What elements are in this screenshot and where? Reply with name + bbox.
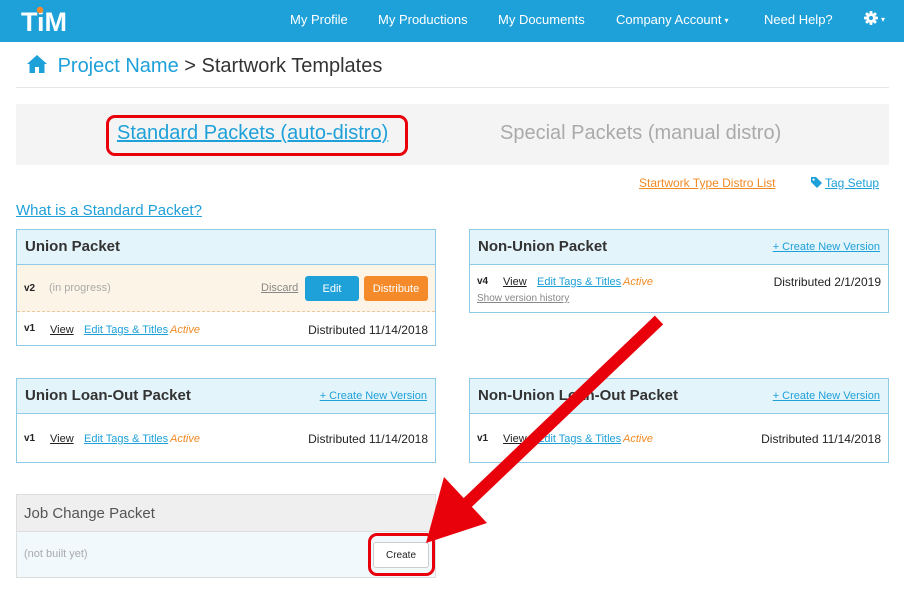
nav-my-productions[interactable]: My Productions (378, 12, 468, 27)
version-label: v1 (24, 433, 36, 444)
edit-tags-titles-link[interactable]: Edit Tags & Titles (84, 324, 168, 336)
distributed-date: Distributed 11/14/2018 (761, 432, 881, 446)
logo-dot (36, 6, 44, 14)
chevron-down-icon: ▾ (881, 15, 886, 25)
create-new-version-link[interactable]: + Create New Version (320, 390, 427, 402)
breadcrumb: Project Name > Startwork Templates (26, 54, 382, 80)
version-label: v2 (24, 283, 36, 294)
chevron-down-icon: ▾ (724, 16, 729, 26)
card-header: Union Packet (17, 230, 435, 265)
settings-menu[interactable]: ▾ (864, 11, 885, 26)
card-title: Non-Union Packet (478, 238, 608, 255)
version-label: v4 (477, 276, 489, 287)
annotation-highlight-standard-tab (106, 115, 408, 156)
edit-button[interactable]: Edit (305, 276, 359, 301)
view-link[interactable]: View (50, 324, 74, 336)
card-header: Non-Union Packet + Create New Version (470, 230, 888, 265)
nav-company-account[interactable]: Company Account ▾ (616, 12, 729, 27)
non-union-loan-out-packet-card: Non-Union Loan-Out Packet + Create New V… (469, 378, 889, 463)
version-row: v4 View Edit Tags & Titles Active Distri… (470, 265, 888, 313)
edit-tags-titles-link[interactable]: Edit Tags & Titles (537, 276, 621, 288)
tag-setup-label: Tag Setup (825, 176, 880, 190)
nav-need-help[interactable]: Need Help? (764, 12, 833, 27)
version-row: v1 View Edit Tags & Titles Active Distri… (17, 414, 435, 463)
show-version-history-link[interactable]: Show version history (477, 293, 569, 304)
active-status: Active (170, 324, 200, 336)
nav-my-documents[interactable]: My Documents (498, 12, 585, 27)
home-icon[interactable] (26, 54, 48, 74)
page-title: Startwork Templates (201, 55, 383, 77)
card-title: Union Loan-Out Packet (25, 387, 191, 404)
union-packet-card: Union Packet v2 (in progress) Discard Ed… (16, 229, 436, 346)
create-new-version-link[interactable]: + Create New Version (773, 390, 880, 402)
not-built-status: (not built yet) (24, 548, 88, 560)
draft-version-row: v2 (in progress) Discard Edit Distribute (17, 265, 435, 312)
create-new-version-link[interactable]: + Create New Version (773, 241, 880, 253)
card-header: Union Loan-Out Packet + Create New Versi… (17, 379, 435, 414)
active-status: Active (623, 433, 653, 445)
distributed-date: Distributed 11/14/2018 (308, 432, 428, 446)
version-row: v1 View Edit Tags & Titles Active Distri… (17, 312, 435, 346)
distributed-date: Distributed 11/14/2018 (308, 323, 428, 337)
tim-logo[interactable]: TiM (21, 5, 71, 35)
view-link[interactable]: View (50, 433, 74, 445)
top-navbar: TiM My Profile My Productions My Documen… (0, 0, 904, 42)
breadcrumb-separator: > (184, 55, 196, 77)
edit-tags-titles-link[interactable]: Edit Tags & Titles (84, 433, 168, 445)
tag-setup-link[interactable]: Tag Setup (811, 176, 879, 190)
active-status: Active (623, 276, 653, 288)
card-title: Job Change Packet (24, 505, 155, 522)
logo-text: TiM (21, 7, 67, 35)
header-divider (16, 87, 889, 88)
card-title: Union Packet (25, 238, 121, 255)
gear-icon (864, 11, 878, 25)
union-loan-out-packet-card: Union Loan-Out Packet + Create New Versi… (16, 378, 436, 463)
non-union-packet-card: Non-Union Packet + Create New Version v4… (469, 229, 889, 313)
breadcrumb-project-link[interactable]: Project Name (58, 55, 179, 77)
startwork-type-distro-list-link[interactable]: Startwork Type Distro List (639, 176, 776, 190)
distribute-button[interactable]: Distribute (364, 276, 428, 301)
version-label: v1 (24, 323, 36, 334)
annotation-highlight-create-button (368, 533, 435, 576)
view-link[interactable]: View (503, 433, 527, 445)
card-header: Non-Union Loan-Out Packet + Create New V… (470, 379, 888, 414)
draft-status: (in progress) (49, 282, 111, 294)
version-label: v1 (477, 433, 489, 444)
discard-link[interactable]: Discard (261, 282, 298, 294)
edit-tags-titles-link[interactable]: Edit Tags & Titles (537, 433, 621, 445)
what-is-standard-packet-link[interactable]: What is a Standard Packet? (16, 202, 202, 219)
nav-my-profile[interactable]: My Profile (290, 12, 348, 27)
card-header: Job Change Packet (17, 495, 435, 532)
version-row: v1 View Edit Tags & Titles Active Distri… (470, 414, 888, 463)
distributed-date: Distributed 2/1/2019 (773, 275, 881, 289)
tag-icon (811, 177, 822, 188)
active-status: Active (170, 433, 200, 445)
tab-special-packets[interactable]: Special Packets (manual distro) (500, 122, 781, 145)
card-title: Non-Union Loan-Out Packet (478, 387, 678, 404)
nav-company-account-label: Company Account (616, 12, 722, 27)
view-link[interactable]: View (503, 276, 527, 288)
